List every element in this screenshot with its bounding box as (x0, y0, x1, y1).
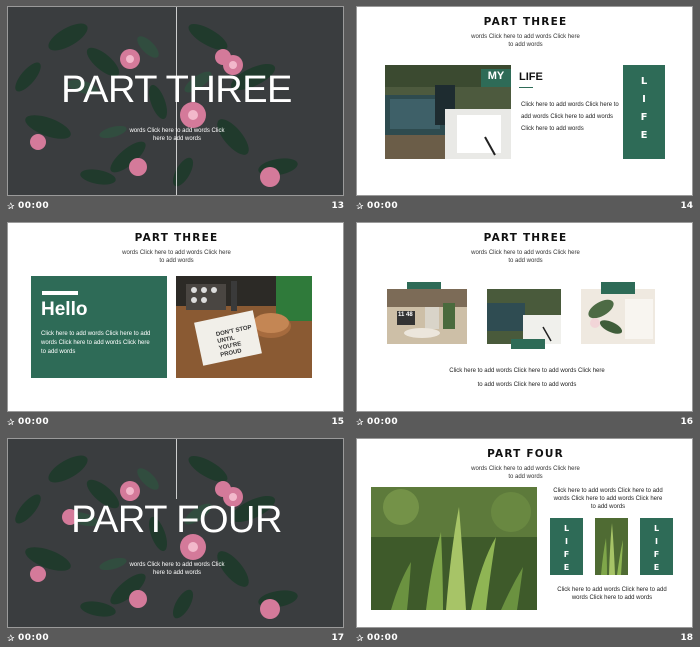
slide-timing: 00:00 (367, 417, 399, 427)
slide-number: 16 (680, 417, 693, 427)
slide-title: PART THREE (134, 232, 219, 244)
slide-meta-bar: ✰ 00:00 16 (356, 415, 693, 433)
book-desk-photo: DON'T STOP UNTIL YOU'RE PROUD (176, 276, 312, 378)
slide-number: 15 (331, 417, 344, 427)
slide-body-text: Click here to add words Click here to ad… (521, 102, 619, 132)
slide-timing: 00:00 (367, 201, 399, 211)
slide-meta-bar: ✰ 00:00 17 (7, 631, 344, 647)
heading-underline (519, 87, 533, 88)
vertical-letter: I (565, 537, 568, 546)
slide-title: PART FOUR (71, 499, 282, 541)
slide-body-text-bottom: Click here to add words Click here to ad… (557, 587, 667, 601)
hello-body-text: Click here to add words Click here to ad… (41, 331, 151, 355)
vertical-letter: F (653, 550, 660, 559)
hello-heading: Hello (41, 299, 88, 320)
slide-title: PART THREE (483, 16, 568, 28)
transition-star-icon[interactable]: ✰ (356, 202, 364, 212)
slide-body-text: words Click here to add words Click here… (129, 128, 225, 142)
hello-accent-bar (42, 291, 78, 295)
laptop-notebook-photo (487, 289, 561, 344)
flowers-paper-photo (581, 289, 655, 344)
slide-canvas: PART THREE words Click here to add words… (7, 222, 344, 412)
slide-subtitle: words Click here to add words Click here… (471, 34, 580, 48)
vertical-letter: I (655, 537, 658, 546)
vertical-life-text: L I F E (623, 73, 665, 145)
slide-subtitle: words Click here to add words Click here… (471, 466, 580, 480)
life-heading: LIFE (519, 71, 543, 83)
slide-canvas: PART FOUR words Click here to add words … (7, 438, 344, 628)
accent-tab-right (601, 282, 635, 294)
slide-body-text: Click here to add words Click here to ad… (449, 368, 605, 388)
plant-thumbnail-photo (595, 518, 628, 575)
vertical-letter: E (563, 563, 570, 572)
slide-timing: 00:00 (18, 417, 50, 427)
vertical-letter: L (653, 524, 660, 533)
green-plants-photo (371, 487, 537, 610)
slide-subtitle: words Click here to add words Click here… (471, 250, 580, 264)
slide-meta-bar: ✰ 00:00 14 (356, 199, 693, 217)
transition-star-icon[interactable]: ✰ (356, 634, 364, 644)
slide-canvas: PART FOUR words Click here to add words … (356, 438, 693, 628)
vertical-letter: E (640, 130, 648, 141)
vertical-letter: E (653, 563, 660, 572)
slide-subtitle: words Click here to add words Click here… (122, 250, 231, 264)
slide-timing: 00:00 (367, 633, 399, 643)
slide-canvas: PART THREE words Click here to add words… (356, 222, 693, 412)
clock-display: 11 48 (398, 312, 413, 318)
vertical-letter: L (563, 524, 570, 533)
slide-canvas: PART THREE words Click here to add words… (356, 6, 693, 196)
vertical-guide-line (176, 439, 177, 499)
slide-canvas: PART THREE words Click here to add words… (7, 6, 344, 196)
slide-meta-bar: ✰ 00:00 18 (356, 631, 693, 647)
slide-meta-bar: ✰ 00:00 15 (7, 415, 344, 433)
slide-timing: 00:00 (18, 633, 50, 643)
vertical-letter: F (563, 550, 570, 559)
slide-meta-bar: ✰ 00:00 13 (7, 199, 344, 217)
transition-star-icon[interactable]: ✰ (356, 418, 364, 428)
transition-star-icon[interactable]: ✰ (7, 202, 15, 212)
slide-number: 18 (680, 633, 693, 643)
slide-title: PART THREE (61, 69, 292, 111)
slide-number: 14 (680, 201, 693, 211)
transition-star-icon[interactable]: ✰ (7, 634, 15, 644)
accent-tab-middle (511, 339, 545, 349)
vertical-life-text-right: L I F E (640, 522, 673, 574)
my-label: MY (487, 70, 505, 82)
vertical-letter: L (640, 76, 648, 87)
slide-timing: 00:00 (18, 201, 50, 211)
slide-title: PART FOUR (487, 448, 564, 460)
vertical-letter: F (640, 112, 648, 123)
slide-body-text: words Click here to add words Click here… (129, 562, 225, 576)
vertical-letter: I (642, 94, 646, 105)
slide-number: 17 (331, 633, 344, 643)
coffee-clock-photo: 11 48 (387, 289, 467, 344)
vertical-life-text-left: L I F E (550, 522, 583, 574)
slide-body-text-top: Click here to add words Click here to ad… (553, 488, 663, 510)
slide-number: 13 (331, 201, 344, 211)
transition-star-icon[interactable]: ✰ (7, 418, 15, 428)
slide-title: PART THREE (483, 232, 568, 244)
